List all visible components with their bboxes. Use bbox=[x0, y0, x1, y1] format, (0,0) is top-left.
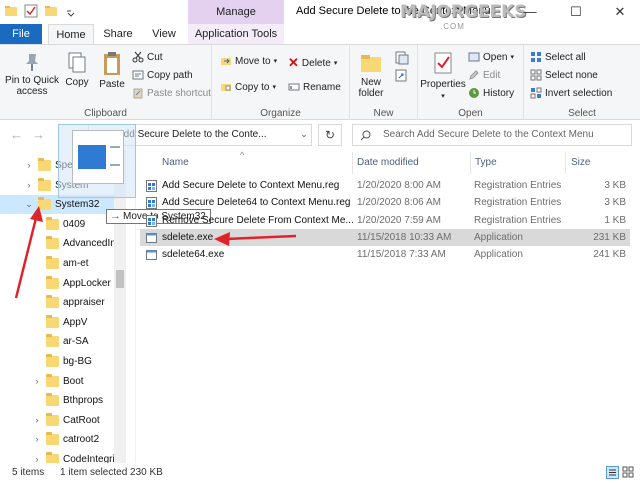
annotation-arrows bbox=[14, 206, 297, 299]
large-icons-view-icon[interactable] bbox=[622, 466, 635, 479]
annotation-arrow-to-folder bbox=[14, 206, 43, 299]
status-selection: 1 item selected 230 KB bbox=[60, 467, 163, 478]
annotation-arrow-to-file bbox=[214, 232, 297, 246]
status-item-count: 5 items bbox=[12, 467, 45, 478]
status-bar: 5 items 1 item selected 230 KB bbox=[0, 463, 640, 483]
details-view-icon[interactable] bbox=[606, 466, 619, 479]
